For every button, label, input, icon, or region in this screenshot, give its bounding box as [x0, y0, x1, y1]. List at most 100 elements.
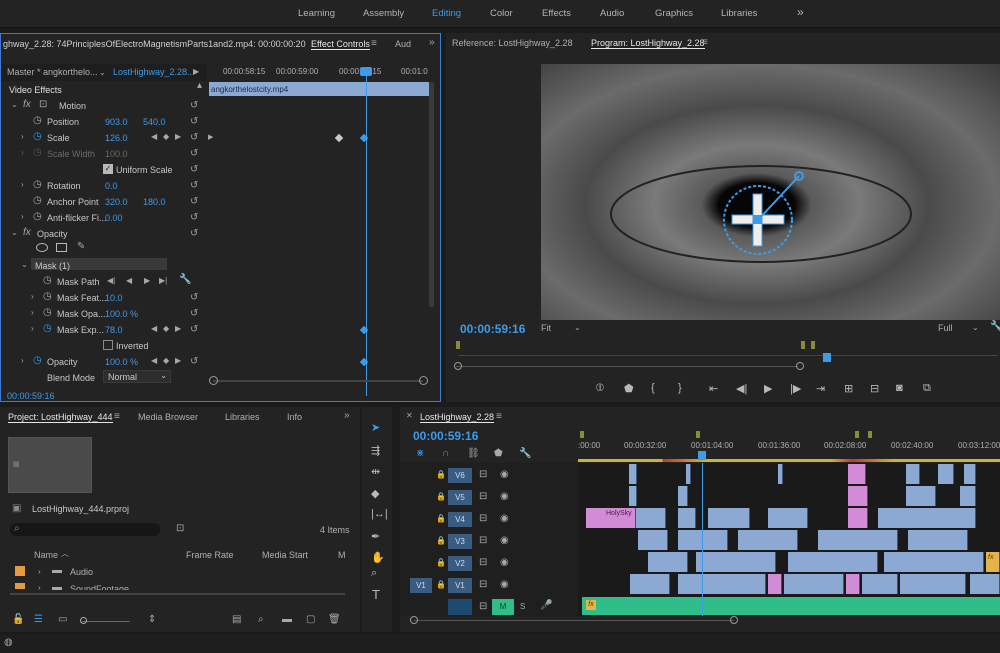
- selection-tool-icon[interactable]: ➤: [371, 421, 380, 434]
- workspace-libraries[interactable]: Libraries: [721, 8, 757, 19]
- workspace-color[interactable]: Color: [490, 8, 513, 19]
- add-keyframe-icon[interactable]: ◆: [163, 324, 169, 334]
- program-timecode[interactable]: 00:00:59:16: [460, 322, 525, 336]
- audio-clip[interactable]: [582, 597, 1000, 615]
- lock-icon[interactable]: 🔒: [436, 470, 446, 480]
- chevron-right-icon[interactable]: ›: [21, 356, 24, 366]
- column-name[interactable]: Name: [34, 550, 58, 560]
- panel-menu-icon[interactable]: ≡: [371, 39, 377, 49]
- settings-wrench-icon[interactable]: 🔧: [990, 322, 1000, 332]
- new-bin-from-search-icon[interactable]: ⊡: [176, 524, 184, 534]
- video-clip[interactable]: [906, 464, 920, 484]
- prev-keyframe-icon[interactable]: ◀: [151, 132, 157, 142]
- video-clip[interactable]: [696, 552, 776, 572]
- video-clip[interactable]: [908, 530, 968, 550]
- mask-expansion-value[interactable]: 78.0: [105, 325, 123, 335]
- sync-lock-icon[interactable]: ⊟: [479, 470, 487, 480]
- add-marker-icon[interactable]: ⬟: [494, 449, 503, 459]
- track-label-v2[interactable]: V2: [448, 556, 472, 571]
- reset-icon[interactable]: ↺: [190, 212, 198, 223]
- chevron-down-icon[interactable]: ⌄: [11, 228, 18, 238]
- bin-audio[interactable]: Audio: [70, 567, 93, 577]
- automate-to-sequence-icon[interactable]: ▤: [232, 615, 241, 625]
- eye-icon[interactable]: ◉: [500, 470, 509, 480]
- mask-feather-value[interactable]: 10.0: [105, 293, 123, 303]
- stopwatch-icon[interactable]: ◷: [33, 180, 42, 190]
- track-label-v1[interactable]: V1: [448, 578, 472, 593]
- panel-menu-icon[interactable]: ≡: [702, 38, 708, 48]
- tab-audio-clip-mixer[interactable]: Aud: [395, 39, 411, 49]
- rectangle-mask-icon[interactable]: [56, 243, 67, 252]
- video-clip[interactable]: [648, 552, 688, 572]
- position-x-value[interactable]: 903.0: [105, 117, 128, 127]
- lock-icon[interactable]: 🔒: [436, 536, 446, 546]
- program-ruler[interactable]: [458, 355, 998, 356]
- step-back-icon[interactable]: ◀|: [736, 382, 747, 395]
- play-clip-icon[interactable]: ▶: [193, 67, 199, 77]
- video-clip[interactable]: [678, 508, 696, 528]
- sync-lock-icon[interactable]: ⊟: [479, 536, 487, 546]
- mute-button[interactable]: M: [492, 599, 514, 615]
- stopwatch-active-icon[interactable]: ◷: [43, 324, 52, 334]
- project-thumbnail[interactable]: ◙: [8, 437, 92, 493]
- video-clip[interactable]: [686, 464, 691, 484]
- tab-libraries[interactable]: Libraries: [225, 412, 260, 422]
- solo-button[interactable]: S: [520, 602, 525, 612]
- razor-tool-icon[interactable]: ◆: [371, 487, 379, 500]
- step-forward-icon[interactable]: |▶: [790, 382, 801, 395]
- stopwatch-icon[interactable]: ◷: [43, 308, 52, 318]
- video-clip[interactable]: [708, 508, 750, 528]
- timeline-playhead-line[interactable]: [702, 463, 703, 616]
- zoom-scrollbar[interactable]: [213, 380, 423, 382]
- new-item-icon[interactable]: ▢: [306, 615, 315, 625]
- track-label-v4[interactable]: V4: [448, 512, 472, 527]
- nest-toggle-icon[interactable]: ⋇: [416, 449, 424, 459]
- track-label-v5[interactable]: V5: [448, 490, 472, 505]
- video-clip[interactable]: [878, 508, 976, 528]
- zoom-handle-left[interactable]: [209, 376, 218, 385]
- find-icon[interactable]: ⌕: [258, 615, 264, 625]
- source-patch-v1[interactable]: V1: [410, 578, 432, 593]
- slip-tool-icon[interactable]: |↔|: [371, 508, 388, 520]
- linked-selection-icon[interactable]: ⛓: [467, 449, 480, 459]
- tab-program-monitor[interactable]: Program: LostHighway_2.28: [591, 38, 705, 49]
- play-icon[interactable]: ▶: [764, 382, 772, 395]
- workspace-effects[interactable]: Effects: [542, 8, 571, 19]
- eye-icon[interactable]: ◉: [500, 558, 509, 568]
- fx-icon[interactable]: fx: [23, 100, 31, 110]
- chevron-down-icon[interactable]: ⌄: [972, 323, 979, 333]
- expand-icon[interactable]: ▴: [197, 81, 202, 91]
- type-tool-icon[interactable]: T: [372, 587, 380, 602]
- lock-icon[interactable]: 🔒: [436, 580, 446, 590]
- zoom-handle-right[interactable]: [730, 616, 738, 624]
- video-clip[interactable]: [778, 464, 783, 484]
- clip-bar[interactable]: angkorthelostcity.mp4: [209, 82, 429, 96]
- track-select-tool-icon[interactable]: ⇶: [371, 444, 380, 457]
- track-label-v3[interactable]: V3: [448, 534, 472, 549]
- column-more[interactable]: M: [338, 550, 346, 560]
- project-scrollbar[interactable]: [10, 593, 345, 595]
- video-clip[interactable]: [784, 574, 844, 594]
- audio-source-patch[interactable]: [448, 599, 472, 615]
- video-clip[interactable]: [678, 486, 688, 506]
- video-clip[interactable]: [884, 552, 984, 572]
- panel-more-icon[interactable]: »: [429, 38, 435, 48]
- video-clip[interactable]: [970, 574, 1000, 594]
- anchor-x-value[interactable]: 320.0: [105, 197, 128, 207]
- marker[interactable]: [801, 341, 805, 349]
- program-playhead[interactable]: [823, 353, 831, 362]
- pen-tool-icon[interactable]: ✒: [371, 530, 380, 543]
- keyframe[interactable]: [334, 133, 344, 143]
- vertical-scrollbar[interactable]: [429, 82, 434, 307]
- insert-marker-icon[interactable]: ⦶: [596, 382, 604, 395]
- panel-more-icon[interactable]: »: [344, 411, 350, 421]
- new-bin-icon[interactable]: ▬: [282, 615, 292, 625]
- mask-label[interactable]: Mask (1): [35, 261, 70, 271]
- playhead[interactable]: [366, 70, 367, 396]
- video-clip[interactable]: [678, 574, 766, 594]
- add-keyframe-icon[interactable]: ◆: [163, 132, 169, 142]
- video-clip[interactable]: [818, 530, 898, 550]
- reset-icon[interactable]: ↺: [190, 196, 198, 207]
- video-clip-pink[interactable]: [846, 574, 860, 594]
- sync-lock-icon[interactable]: ⊟: [479, 492, 487, 502]
